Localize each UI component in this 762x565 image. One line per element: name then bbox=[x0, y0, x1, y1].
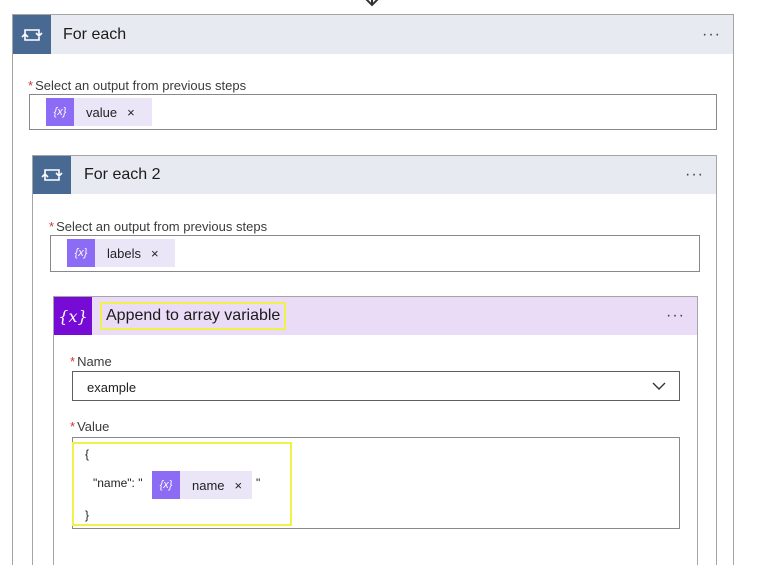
chevron-down-icon bbox=[652, 382, 666, 390]
open-brace: { bbox=[85, 447, 90, 461]
value-token[interactable]: {x} value × bbox=[46, 98, 152, 126]
for-each-field-label: * Select an output from previous steps bbox=[28, 78, 247, 93]
expression-icon: {x} bbox=[67, 239, 95, 267]
loop-icon bbox=[33, 156, 71, 194]
append-title: Append to array variable bbox=[99, 302, 287, 330]
token-label: value bbox=[86, 104, 118, 120]
name-dropdown-value: example bbox=[87, 380, 137, 395]
close-brace: } bbox=[85, 508, 90, 522]
remove-token-icon[interactable]: × bbox=[127, 105, 135, 120]
variable-icon: {x} bbox=[54, 297, 92, 335]
name-label: * Name bbox=[70, 354, 112, 369]
name-dropdown[interactable]: example bbox=[72, 371, 680, 401]
for-each-card: For each ··· * Select an output from prev… bbox=[12, 14, 734, 565]
value-label: * Value bbox=[70, 419, 110, 434]
append-to-array-card: {x} Append to array variable ··· * Name e… bbox=[53, 296, 698, 565]
name-key-prefix: "name": " bbox=[93, 476, 143, 490]
for-each-title: For each bbox=[63, 25, 127, 43]
for-each-2-output-input[interactable]: {x} labels × bbox=[50, 235, 700, 272]
append-header[interactable]: {x} Append to array variable ··· bbox=[54, 297, 697, 335]
token-label: name bbox=[192, 477, 225, 493]
remove-token-icon[interactable]: × bbox=[235, 478, 243, 493]
name-token[interactable]: {x} name × bbox=[152, 471, 252, 499]
loop-icon bbox=[13, 15, 51, 54]
for-each-output-input[interactable]: {x} value × bbox=[29, 94, 717, 130]
expression-icon: {x} bbox=[152, 471, 180, 499]
expression-icon: {x} bbox=[46, 98, 74, 126]
for-each-2-title: For each 2 bbox=[84, 166, 161, 183]
for-each-2-menu-icon[interactable]: ··· bbox=[685, 166, 704, 184]
append-menu-icon[interactable]: ··· bbox=[666, 307, 685, 325]
for-each-header[interactable]: For each ··· bbox=[13, 15, 733, 54]
labels-token[interactable]: {x} labels × bbox=[67, 239, 175, 267]
flow-designer-canvas: For each ··· * Select an output from prev… bbox=[0, 0, 762, 565]
for-each-2-field-label: * Select an output from previous steps bbox=[49, 219, 268, 234]
remove-token-icon[interactable]: × bbox=[151, 246, 159, 261]
for-each-menu-icon[interactable]: ··· bbox=[702, 26, 721, 44]
name-key-suffix: " bbox=[256, 476, 261, 490]
token-label: labels bbox=[107, 245, 141, 261]
for-each-2-card: For each 2 ··· * Select an output from pr… bbox=[32, 155, 717, 565]
for-each-2-header[interactable]: For each 2 ··· bbox=[33, 156, 716, 194]
value-editor[interactable]: { "name": " {x} name × " } bbox=[72, 437, 680, 529]
connector-arrow-icon bbox=[365, 0, 379, 7]
